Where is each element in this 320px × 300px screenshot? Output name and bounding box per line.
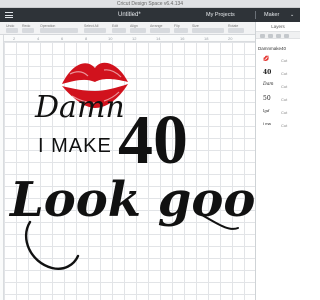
layer-item[interactable]: 40 Cut <box>258 68 300 78</box>
swash-flourish <box>25 220 80 270</box>
layer-operation-label: Cut <box>281 71 288 76</box>
layer-operation-label: Cut <box>281 84 288 89</box>
layers-panel-title: Layers <box>271 24 285 29</box>
layer-operation-label: Cut <box>281 110 288 115</box>
layer-group-label[interactable]: Damnmake40 <box>258 46 286 51</box>
layer-item[interactable]: I ma Cut <box>258 120 300 130</box>
i-make-text[interactable]: I MAKE <box>38 135 112 157</box>
design-artwork[interactable]: Damn I MAKE 40 Look good <box>0 0 255 300</box>
ungroup-icon[interactable] <box>268 34 273 38</box>
layer-thumbnail: lgd <box>263 108 270 113</box>
layer-operation-label: Cut <box>281 123 288 128</box>
layer-thumbnail: 50 <box>263 95 271 102</box>
layers-panel: Layers Damnmake40 💋 Cut 40 Cut Dam Cut 5… <box>255 22 300 300</box>
look-good-text[interactable]: Look good <box>8 172 255 228</box>
layer-item[interactable]: lgd Cut <box>258 107 300 117</box>
layer-operation-label: Cut <box>281 58 288 63</box>
topbar-divider <box>255 11 256 19</box>
forty-text[interactable]: 40 <box>118 102 188 179</box>
layer-item[interactable]: 💋 Cut <box>258 55 300 65</box>
layer-thumbnail: 💋 <box>263 56 270 62</box>
layer-thumbnail: Dam <box>263 82 274 87</box>
layer-thumbnail: I ma <box>263 121 271 126</box>
damn-text[interactable]: Damn <box>34 90 125 125</box>
layers-panel-actions <box>256 31 300 39</box>
layer-thumbnail: 40 <box>263 69 272 76</box>
group-icon[interactable] <box>260 34 265 38</box>
chevron-down-icon[interactable]: ⌄ <box>290 12 294 18</box>
design-space-window: Cricut Design Space v6.4.134 Untitled* M… <box>0 0 300 300</box>
layer-operation-label: Cut <box>281 97 288 102</box>
layer-item[interactable]: Dam Cut <box>258 81 300 91</box>
duplicate-icon[interactable] <box>276 34 281 38</box>
machine-selector[interactable]: Maker <box>264 12 279 18</box>
delete-icon[interactable] <box>284 34 289 38</box>
layer-item[interactable]: 50 Cut <box>258 94 300 104</box>
